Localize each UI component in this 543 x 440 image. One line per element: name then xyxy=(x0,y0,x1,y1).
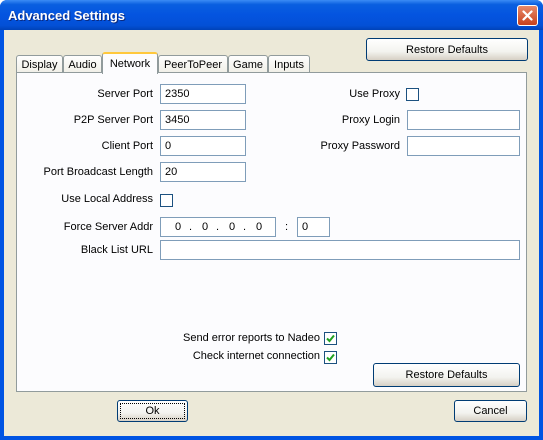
ip-dot: . xyxy=(243,221,247,233)
window-title: Advanced Settings xyxy=(8,8,126,23)
force-server-port-input[interactable]: 0 xyxy=(297,217,330,237)
close-button[interactable] xyxy=(517,5,538,26)
force-server-addr-label: Force Server Addr xyxy=(63,221,153,233)
use-local-address-checkbox[interactable] xyxy=(160,194,173,207)
p2p-server-port-input[interactable]: 3450 xyxy=(160,110,246,130)
use-proxy-label: Use Proxy xyxy=(349,88,400,100)
check-internet-label: Check internet connection xyxy=(192,350,320,362)
send-error-reports-checkbox[interactable] xyxy=(324,332,337,345)
tab-display[interactable]: Display xyxy=(16,55,63,73)
server-port-input[interactable]: 2350 xyxy=(160,84,246,104)
ip-dot: . xyxy=(216,221,220,233)
dialog-body: Restore Defaults Display Audio Network P… xyxy=(4,30,539,436)
black-list-url-input[interactable] xyxy=(160,240,520,260)
title-bar[interactable]: Advanced Settings xyxy=(0,0,543,30)
proxy-password-input[interactable] xyxy=(407,136,520,156)
p2p-server-port-label: P2P Server Port xyxy=(73,114,153,126)
tab-game[interactable]: Game xyxy=(228,55,268,73)
force-server-ip-input[interactable]: 0 . 0 . 0 . 0 xyxy=(160,217,276,237)
server-port-label: Server Port xyxy=(97,88,153,100)
restore-defaults-network-button[interactable]: Restore Defaults xyxy=(373,363,520,387)
ip-dot: . xyxy=(189,221,193,233)
cancel-button[interactable]: Cancel xyxy=(454,400,527,422)
checkmark-icon xyxy=(326,353,335,362)
restore-defaults-top-button[interactable]: Restore Defaults xyxy=(366,38,528,61)
network-panel: Server Port 2350 P2P Server Port 3450 Cl… xyxy=(16,72,527,392)
advanced-settings-window: Advanced Settings Restore Defaults Displ… xyxy=(0,0,543,440)
tab-peertopeer[interactable]: PeerToPeer xyxy=(158,55,228,73)
ip-octet-4: 0 xyxy=(256,221,263,233)
tab-network[interactable]: Network xyxy=(102,52,158,74)
tab-inputs[interactable]: Inputs xyxy=(268,55,310,73)
ip-octet-1: 0 xyxy=(175,221,182,233)
tab-audio[interactable]: Audio xyxy=(63,55,102,73)
use-local-address-label: Use Local Address xyxy=(61,193,153,205)
checkmark-icon xyxy=(326,334,335,343)
black-list-url-label: Black List URL xyxy=(80,244,153,256)
proxy-login-label: Proxy Login xyxy=(341,114,400,126)
proxy-password-label: Proxy Password xyxy=(320,140,400,152)
port-separator: : xyxy=(285,221,289,233)
proxy-login-input[interactable] xyxy=(407,110,520,130)
port-broadcast-length-label: Port Broadcast Length xyxy=(43,166,153,178)
send-error-reports-label: Send error reports to Nadeo xyxy=(183,332,320,344)
use-proxy-checkbox[interactable] xyxy=(406,88,419,101)
client-port-label: Client Port xyxy=(101,140,153,152)
client-port-input[interactable]: 0 xyxy=(160,136,246,156)
ip-octet-2: 0 xyxy=(202,221,209,233)
port-broadcast-length-input[interactable]: 20 xyxy=(160,162,246,182)
check-internet-checkbox[interactable] xyxy=(324,351,337,364)
close-icon xyxy=(522,10,533,21)
ok-button[interactable]: Ok xyxy=(117,400,188,422)
ip-octet-3: 0 xyxy=(229,221,236,233)
